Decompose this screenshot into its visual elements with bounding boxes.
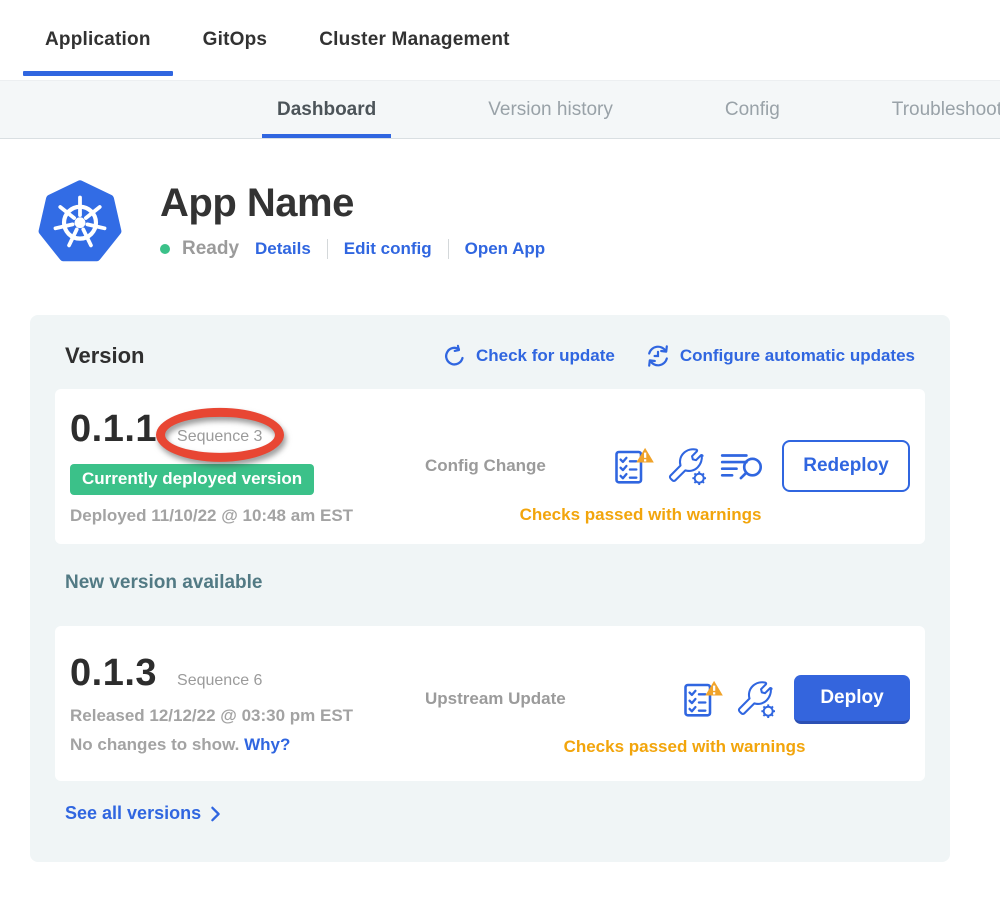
open-app-link[interactable]: Open App — [465, 239, 546, 259]
app-header-text: App Name Ready Details Edit config Open … — [160, 179, 545, 263]
current-sequence-wrap: Sequence 3 — [177, 428, 262, 446]
version-icon-row — [682, 679, 776, 719]
auto-update-icon — [645, 343, 671, 369]
active-tab-underline — [23, 71, 173, 76]
tab-label: Version history — [488, 99, 613, 121]
current-sequence-label: Sequence 3 — [177, 428, 262, 445]
see-all-versions-link[interactable]: See all versions — [65, 803, 925, 824]
deployed-timestamp: Deployed 11/10/22 @ 10:48 am EST — [70, 506, 415, 526]
deploy-button[interactable]: Deploy — [794, 675, 910, 724]
tab-label: Dashboard — [277, 99, 376, 121]
available-version-actions: Upstream Update — [415, 675, 910, 757]
checks-status-text: Checks passed with warnings — [393, 505, 888, 525]
preflight-checklist-warning-icon[interactable] — [613, 446, 655, 486]
nav-tab-label: Application — [45, 29, 151, 51]
no-changes-note: No changes to show. Why? — [70, 735, 415, 755]
nav-tab-cluster-management[interactable]: Cluster Management — [319, 0, 509, 80]
tab-label: Config — [725, 99, 780, 121]
no-changes-text: No changes to show. — [70, 735, 239, 754]
why-link[interactable]: Why? — [244, 735, 290, 754]
check-for-update-label: Check for update — [476, 346, 615, 366]
nav-tab-label: GitOps — [203, 29, 268, 51]
available-version-card: 0.1.3 Sequence 6 Released 12/12/22 @ 03:… — [55, 626, 925, 781]
check-for-update-link[interactable]: Check for update — [442, 344, 615, 369]
kubernetes-logo-icon — [38, 179, 122, 263]
config-wrench-icon[interactable] — [668, 447, 707, 486]
app-status-row: Ready Details Edit config Open App — [160, 238, 545, 260]
secondary-nav: Dashboard Version history Config Trouble… — [0, 80, 1000, 139]
version-actions: Check for update Configure automatic upd… — [442, 343, 915, 369]
nav-tab-gitops[interactable]: GitOps — [203, 0, 268, 80]
view-diff-icon[interactable] — [720, 450, 764, 483]
tab-dashboard[interactable]: Dashboard — [277, 81, 376, 138]
chevron-right-icon — [210, 806, 221, 822]
available-sequence-label: Sequence 6 — [177, 672, 262, 689]
tab-label: Troubleshoot — [892, 99, 1000, 121]
current-version-info: 0.1.1 Sequence 3 Currently deployed vers… — [70, 408, 415, 526]
nav-tab-application[interactable]: Application — [45, 0, 151, 80]
divider — [448, 239, 449, 259]
app-name-title: App Name — [160, 181, 545, 225]
tab-config[interactable]: Config — [725, 81, 780, 138]
currently-deployed-badge: Currently deployed version — [70, 464, 314, 495]
redeploy-button[interactable]: Redeploy — [782, 440, 910, 492]
tab-troubleshoot[interactable]: Troubleshoot — [892, 81, 1000, 138]
details-link[interactable]: Details — [255, 239, 311, 259]
current-version-actions: Config Change — [415, 440, 910, 525]
version-icon-row — [613, 446, 764, 486]
available-version-number: 0.1.3 — [70, 652, 157, 695]
version-card-header: Version Check for update Configure autom… — [55, 343, 925, 369]
primary-nav: Application GitOps Cluster Management — [0, 0, 1000, 80]
version-source-label: Upstream Update — [425, 689, 566, 709]
status-label: Ready — [182, 238, 239, 260]
configure-automatic-updates-link[interactable]: Configure automatic updates — [645, 343, 915, 369]
nav-tab-label: Cluster Management — [319, 29, 509, 51]
refresh-icon — [442, 344, 467, 369]
available-version-info: 0.1.3 Sequence 6 Released 12/12/22 @ 03:… — [70, 652, 415, 755]
current-version-number: 0.1.1 — [70, 408, 157, 451]
divider — [327, 239, 328, 259]
app-header: App Name Ready Details Edit config Open … — [38, 179, 1000, 263]
edit-config-link[interactable]: Edit config — [344, 239, 432, 259]
see-all-versions-label: See all versions — [65, 803, 201, 824]
config-wrench-icon[interactable] — [737, 680, 776, 719]
preflight-checklist-warning-icon[interactable] — [682, 679, 724, 719]
version-title: Version — [65, 343, 144, 369]
version-card: Version Check for update Configure autom… — [30, 315, 950, 862]
version-source-label: Config Change — [425, 456, 546, 476]
checks-status-text: Checks passed with warnings — [437, 737, 932, 757]
configure-automatic-updates-label: Configure automatic updates — [680, 346, 915, 366]
new-version-heading: New version available — [65, 572, 925, 594]
active-tab-underline — [262, 134, 391, 138]
tab-version-history[interactable]: Version history — [488, 81, 613, 138]
current-version-card: 0.1.1 Sequence 3 Currently deployed vers… — [55, 389, 925, 544]
released-timestamp: Released 12/12/22 @ 03:30 pm EST — [70, 706, 415, 726]
status-dot-icon — [160, 244, 170, 254]
